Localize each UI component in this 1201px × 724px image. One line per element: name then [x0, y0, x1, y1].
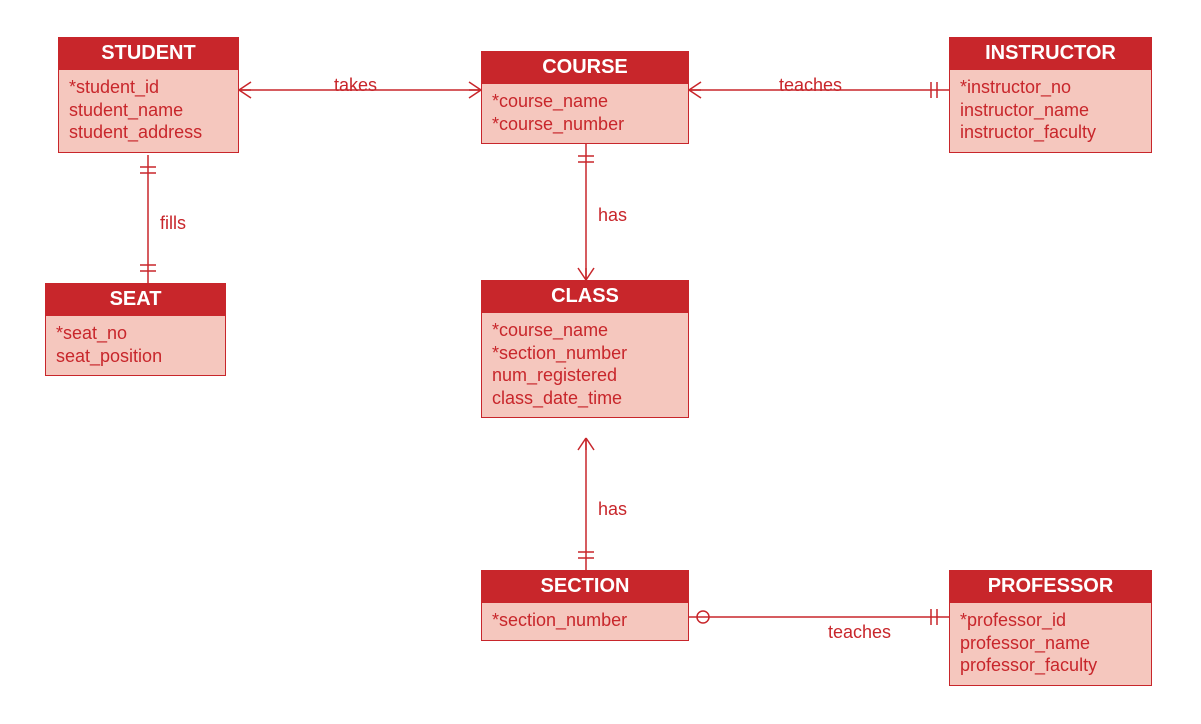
attr-text: *professor_id: [960, 609, 1141, 632]
attr-text: *course_name: [492, 90, 678, 113]
attr-text: *student_id: [69, 76, 228, 99]
entity-instructor-attrs: *instructor_no instructor_name instructo…: [950, 70, 1151, 152]
entity-student: STUDENT *student_id student_name student…: [58, 37, 239, 153]
rel-label-takes: takes: [334, 75, 377, 96]
entity-course-attrs: *course_name *course_number: [482, 84, 688, 143]
entity-section: SECTION *section_number: [481, 570, 689, 641]
entity-class: CLASS *course_name *section_number num_r…: [481, 280, 689, 418]
entity-seat: SEAT *seat_no seat_position: [45, 283, 226, 376]
entity-professor-title: PROFESSOR: [950, 571, 1151, 603]
attr-text: *course_number: [492, 113, 678, 136]
rel-label-teaches-section: teaches: [828, 622, 891, 643]
er-diagram-canvas: STUDENT *student_id student_name student…: [0, 0, 1201, 724]
entity-student-attrs: *student_id student_name student_address: [59, 70, 238, 152]
entity-professor: PROFESSOR *professor_id professor_name p…: [949, 570, 1152, 686]
attr-text: *section_number: [492, 342, 678, 365]
entity-student-title: STUDENT: [59, 38, 238, 70]
attr-text: *section_number: [492, 609, 678, 632]
entity-instructor: INSTRUCTOR *instructor_no instructor_nam…: [949, 37, 1152, 153]
rel-label-has-section: has: [598, 499, 627, 520]
entity-professor-attrs: *professor_id professor_name professor_f…: [950, 603, 1151, 685]
attr-text: class_date_time: [492, 387, 678, 410]
entity-seat-attrs: *seat_no seat_position: [46, 316, 225, 375]
entity-instructor-title: INSTRUCTOR: [950, 38, 1151, 70]
entity-section-attrs: *section_number: [482, 603, 688, 640]
attr-text: professor_faculty: [960, 654, 1141, 677]
attr-text: student_address: [69, 121, 228, 144]
attr-text: instructor_faculty: [960, 121, 1141, 144]
attr-text: num_registered: [492, 364, 678, 387]
rel-label-has-class: has: [598, 205, 627, 226]
entity-seat-title: SEAT: [46, 284, 225, 316]
entity-section-title: SECTION: [482, 571, 688, 603]
entity-course: COURSE *course_name *course_number: [481, 51, 689, 144]
entity-class-title: CLASS: [482, 281, 688, 313]
entity-course-title: COURSE: [482, 52, 688, 84]
attr-text: seat_position: [56, 345, 215, 368]
attr-text: student_name: [69, 99, 228, 122]
attr-text: instructor_name: [960, 99, 1141, 122]
attr-text: *seat_no: [56, 322, 215, 345]
attr-text: *instructor_no: [960, 76, 1141, 99]
rel-label-fills: fills: [160, 213, 186, 234]
attr-text: *course_name: [492, 319, 678, 342]
rel-label-teaches-course: teaches: [779, 75, 842, 96]
attr-text: professor_name: [960, 632, 1141, 655]
entity-class-attrs: *course_name *section_number num_registe…: [482, 313, 688, 417]
